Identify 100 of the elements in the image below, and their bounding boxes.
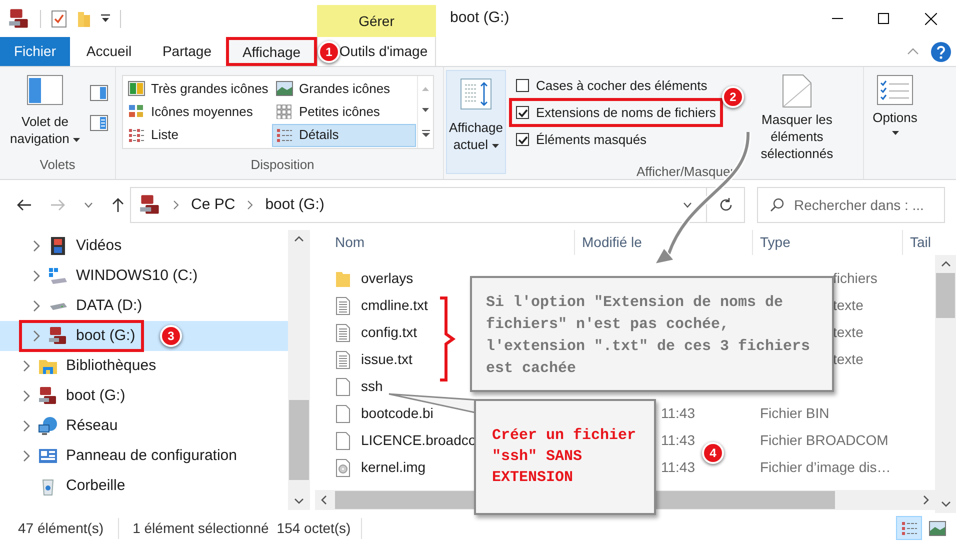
scroll-up-icon[interactable] <box>294 236 304 242</box>
checkbox-label: Cases à cocher des éléments <box>536 76 708 95</box>
options-button[interactable]: Options <box>864 67 926 179</box>
scroll-right-icon[interactable] <box>923 495 929 505</box>
chevron-right-icon[interactable] <box>32 270 40 282</box>
expand-gallery-icon[interactable] <box>422 130 430 138</box>
chevron-right-icon[interactable] <box>32 330 40 342</box>
preview-pane-icon[interactable] <box>90 85 108 101</box>
checkbox-label: Extensions de noms de fichiers <box>536 104 716 122</box>
close-icon <box>925 12 937 24</box>
scrollbar-thumb[interactable] <box>936 273 955 318</box>
layout-option[interactable]: Petites icônes <box>272 100 416 124</box>
small-icons-icon <box>276 104 293 120</box>
layout-option[interactable]: Icônes moyennes <box>124 100 268 124</box>
layout-option[interactable]: Grandes icônes <box>272 77 416 100</box>
file-type: texte <box>833 351 864 367</box>
column-header[interactable]: Type <box>753 230 903 255</box>
help-icon[interactable] <box>931 42 951 62</box>
details-view-button[interactable] <box>896 516 922 540</box>
nav-item-label: WINDOWS10 (C:) <box>76 266 198 286</box>
back-arrow-icon[interactable] <box>16 198 32 212</box>
nav-item[interactable]: WINDOWS10 (C:) <box>0 261 288 291</box>
checkbox-option[interactable]: Extensions de noms de fichiers <box>510 99 722 126</box>
file-name[interactable]: bootcode.bi <box>361 403 434 424</box>
chevron-right-icon[interactable] <box>22 390 30 402</box>
checklist-icon[interactable] <box>51 10 67 28</box>
collapse-ribbon-icon[interactable] <box>907 48 919 55</box>
chevron-right-icon[interactable] <box>22 360 30 372</box>
chevron-right-icon[interactable] <box>22 450 30 462</box>
scrollbar-thumb[interactable] <box>289 400 309 480</box>
nav-item[interactable]: DATA (D:) <box>0 291 288 321</box>
breadcrumb-item[interactable]: Ce PC <box>191 194 236 216</box>
file-type: Fichier BROADCOM <box>760 432 888 448</box>
minimize-icon <box>832 18 842 19</box>
up-arrow-icon[interactable] <box>111 197 125 213</box>
chevron-right-icon[interactable] <box>247 200 254 210</box>
file-icon <box>335 404 351 424</box>
file-name[interactable]: ssh <box>361 376 383 397</box>
film-icon <box>48 236 68 256</box>
chevron-right-icon[interactable] <box>22 420 30 432</box>
scroll-up-icon[interactable] <box>940 261 950 267</box>
layout-option[interactable]: Détails <box>272 124 416 147</box>
chevron-right-icon[interactable] <box>32 240 40 252</box>
text-file-icon <box>335 296 351 316</box>
file-name[interactable]: cmdline.txt <box>361 295 428 316</box>
dropdown-icon[interactable] <box>101 14 110 23</box>
scroll-down-icon[interactable] <box>294 498 304 504</box>
chevron-right-icon[interactable] <box>173 200 179 210</box>
modified-time: 11:43 <box>661 459 695 475</box>
navigation-pane-button[interactable]: Volet de navigation <box>10 75 80 155</box>
ribbon-tab[interactable]: Affichage <box>226 37 317 66</box>
current-view-button[interactable]: Affichage actuel <box>446 70 506 174</box>
checkbox[interactable] <box>516 79 529 92</box>
column-header[interactable]: Nom <box>315 230 575 255</box>
nav-item[interactable]: Bibliothèques <box>0 351 288 381</box>
ribbon-tab[interactable]: Fichier <box>0 37 70 66</box>
caret-icon <box>892 130 898 134</box>
scroll-left-icon[interactable] <box>321 495 327 505</box>
nav-item[interactable]: Panneau de configuration <box>0 441 288 471</box>
search-field[interactable]: Rechercher dans : ... <box>757 187 945 223</box>
checkbox-option[interactable]: Éléments masqués <box>510 126 722 153</box>
checkbox[interactable] <box>516 106 529 119</box>
file-name[interactable]: config.txt <box>361 322 418 343</box>
details-pane-icon[interactable] <box>90 115 108 131</box>
checkbox-option[interactable]: Cases à cocher des éléments <box>510 72 722 99</box>
ribbon-tab[interactable]: Accueil <box>70 37 148 66</box>
file-name[interactable]: LICENCE.broadco <box>361 430 476 451</box>
ribbon-tab[interactable]: Partage <box>148 37 226 66</box>
scroll-down-icon[interactable] <box>422 108 429 112</box>
nav-item[interactable]: Corbeille <box>0 471 288 501</box>
file-name[interactable]: kernel.img <box>361 457 426 478</box>
file-type: fichiers <box>833 270 878 286</box>
chevron-right-icon[interactable] <box>32 300 40 312</box>
scroll-down-icon[interactable] <box>940 501 950 507</box>
selection-count: 1 élément sélectionné <box>132 518 269 538</box>
checkbox[interactable] <box>516 133 529 146</box>
list-icon <box>128 128 145 143</box>
address-bar[interactable]: Ce PC boot (G:) <box>130 187 745 223</box>
chevron-down-icon[interactable] <box>84 202 93 208</box>
drive-icon <box>48 302 68 310</box>
file-name[interactable]: issue.txt <box>361 349 412 370</box>
scrollbar[interactable] <box>288 230 310 510</box>
chevron-down-icon <box>682 202 692 208</box>
control-panel-icon <box>38 446 58 466</box>
drive-icon <box>48 266 68 286</box>
layout-option[interactable]: Très grandes icônes <box>124 77 268 100</box>
layout-option[interactable]: Liste <box>124 124 268 147</box>
details-icon <box>900 520 918 536</box>
scrollbar[interactable] <box>935 255 956 513</box>
nav-item[interactable]: Vidéos <box>0 231 288 261</box>
callout-text: Créer un fichier "ssh" SANS EXTENSION <box>492 426 638 488</box>
window-title: boot (G:) <box>449 8 510 28</box>
column-header[interactable]: Tail <box>903 230 935 255</box>
file-type: Fichier BIN <box>760 405 830 421</box>
nav-item[interactable]: Réseau <box>0 411 288 441</box>
file-name[interactable]: overlays <box>361 268 414 289</box>
navigation-pane-icon <box>27 75 63 105</box>
nav-item[interactable]: boot (G:) <box>0 381 288 411</box>
text-file-icon <box>335 350 351 370</box>
breadcrumb-item[interactable]: boot (G:) <box>265 194 324 216</box>
